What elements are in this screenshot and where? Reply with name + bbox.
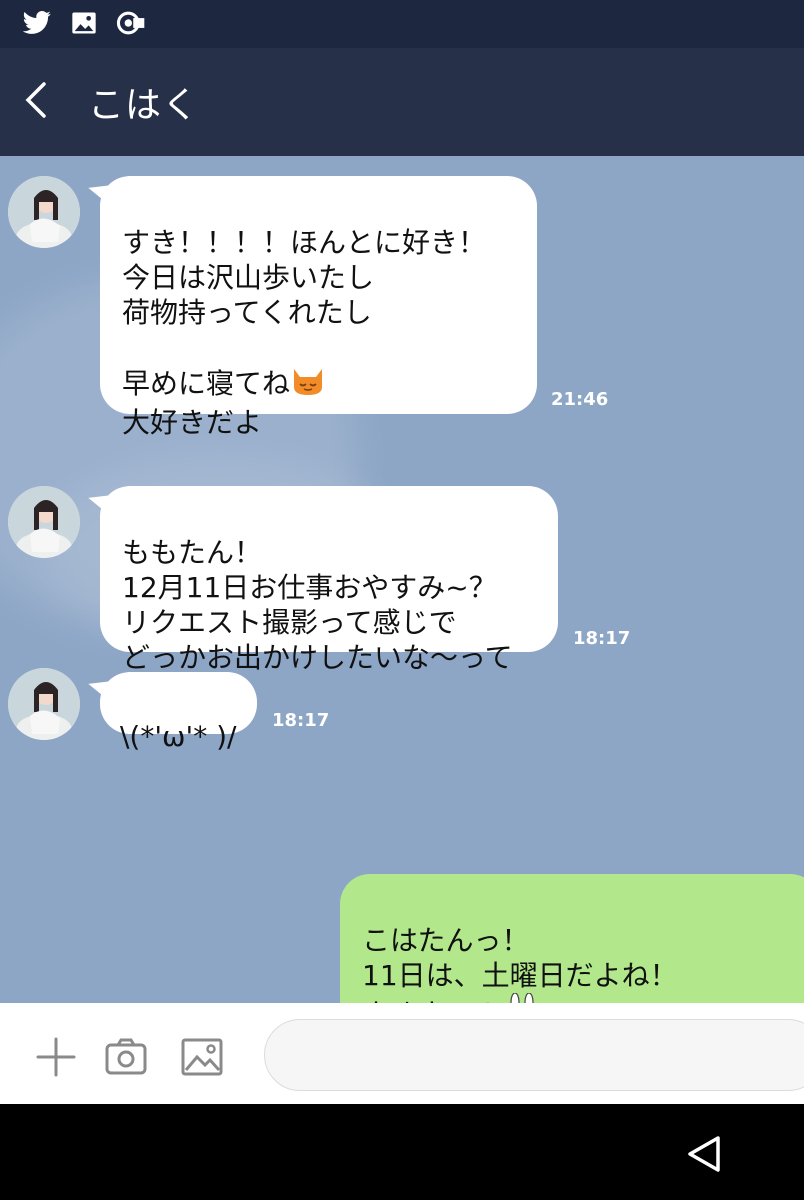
twitter-icon [20,8,54,42]
image-button[interactable] [180,1035,224,1083]
message-text: \(*'ω'* )/ [120,720,237,753]
status-bar [0,0,804,48]
contact-avatar[interactable] [8,176,80,248]
message-input[interactable] [264,1019,804,1091]
contact-avatar[interactable] [8,668,80,740]
plus-button[interactable] [34,1035,78,1083]
back-triangle-icon[interactable] [684,1134,724,1178]
plus-icon [36,1037,76,1077]
sleeping-cat-emoji [290,365,326,405]
camera-button[interactable] [104,1035,148,1083]
message-bubble[interactable]: \(*'ω'* )/ [100,672,257,753]
message-text: ももたん！ 12月11日お仕事おやすみ~？ リクエスト撮影って感じで どっかお出… [122,536,513,674]
message-time: 18:17 [272,710,330,731]
message-text: こはたんっ！ 11日は、土曜日だよね！ 大丈夫だよ [362,924,678,1003]
image-icon [181,1038,223,1076]
chat-header: こはく [0,48,804,156]
message-bubble[interactable]: ももたん！ 12月11日お仕事おやすみ~？ リクエスト撮影って感じで どっかお出… [100,486,558,674]
message-time: 21:46 [551,389,609,410]
message-input-bar [0,1003,804,1104]
back-button[interactable] [22,78,62,126]
rabbit-sticker-emoji [502,992,542,1003]
camera-icon [105,1038,147,1075]
navigation-bar [0,1104,804,1200]
chat-area[interactable]: すき！！！！ほんとに好き！ 今日は沢山歩いたし 荷物持ってくれたし 早めに寝てね… [0,156,804,1003]
chat-title: こはく [88,85,200,126]
message-bubble[interactable]: すき！！！！ほんとに好き！ 今日は沢山歩いたし 荷物持ってくれたし 早めに寝てね… [100,176,537,439]
gallery-icon [70,8,98,42]
outgoing-message-bubble[interactable]: こはたんっ！ 11日は、土曜日だよね！ 大丈夫だよ [340,874,804,1003]
message-text-tail: 大好きだよ [122,406,263,439]
contact-avatar[interactable] [8,486,80,558]
chevron-left-icon [25,82,46,118]
message-time: 18:17 [573,628,631,649]
notification-app-icon [116,8,148,42]
